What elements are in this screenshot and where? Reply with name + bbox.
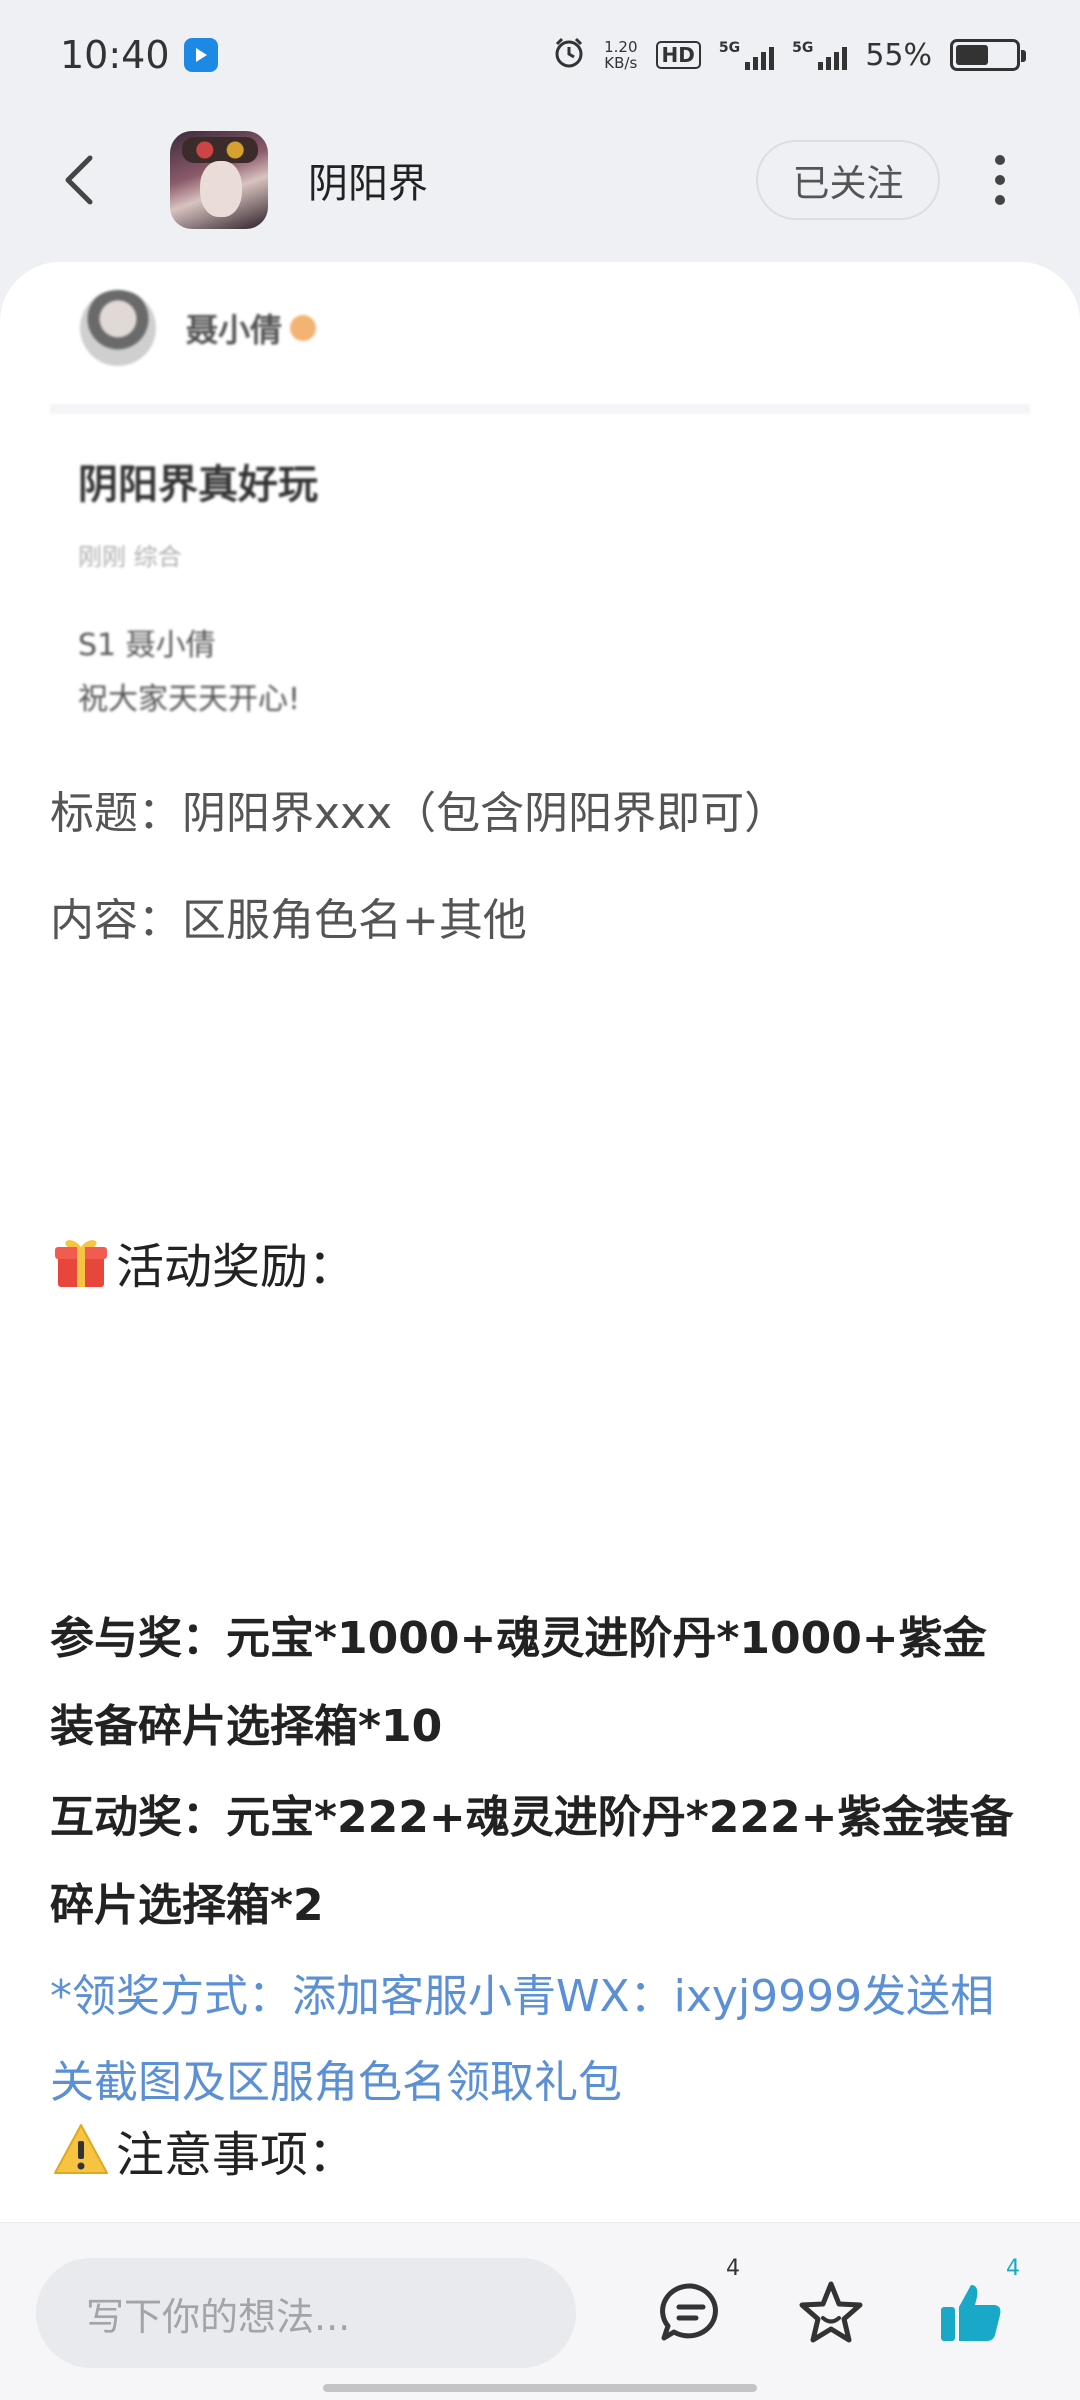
screenshot-meta: 刚刚 综合	[78, 543, 182, 571]
app-notification-icon	[183, 38, 218, 72]
screenshot-author: 聂小倩	[80, 290, 317, 366]
comment-icon	[660, 2283, 718, 2341]
screenshot-divider	[50, 404, 1030, 414]
screenshot-author-name: 聂小倩	[186, 311, 283, 349]
comment-button[interactable]: 4	[636, 2256, 746, 2368]
back-button[interactable]	[40, 140, 120, 220]
comment-count: 4	[726, 2256, 740, 2281]
signal-1-label: 5G	[718, 40, 741, 56]
status-right: 1.20 KB/s HD 5G 5G 55%	[552, 36, 1026, 74]
notice-heading: 注意事项：	[50, 2115, 1030, 2185]
screenshot-line-1: S1 聂小倩	[78, 628, 216, 663]
screenshot-avatar	[80, 290, 156, 366]
network-speed: 1.20 KB/s	[604, 39, 637, 71]
more-options-icon[interactable]	[960, 140, 1040, 220]
rewards-heading: 活动奖励：	[50, 1227, 1030, 1297]
claim-method-link[interactable]: *领奖方式：添加客服小青WX：ixyj9999发送相关截图及区服角色名领取礼包	[50, 1954, 1030, 2126]
rewards-heading-text: 活动奖励：	[116, 1239, 357, 1295]
bottom-bar: 写下你的想法... 4 4	[0, 2222, 1080, 2400]
status-left: 10:40	[60, 33, 218, 77]
game-avatar[interactable]	[170, 131, 268, 229]
thumbs-up-icon	[941, 2285, 1001, 2341]
post-content: 聂小倩 阴阳界真好玩 刚刚 综合 S1 聂小倩 祝大家天天开心! 标题：阴阳界x…	[0, 262, 1080, 2222]
interaction-reward: 互动奖：元宝*222+魂灵进阶丹*222+紫金装备碎片选择箱*2	[50, 1792, 1014, 1931]
comment-input[interactable]: 写下你的想法...	[36, 2258, 576, 2368]
battery-icon	[950, 39, 1026, 71]
embedded-screenshot: 聂小倩 阴阳界真好玩 刚刚 综合 S1 聂小倩 祝大家天天开心!	[50, 262, 1030, 762]
title-requirement: 标题：阴阳界xxx（包含阴阳界即可）	[50, 788, 789, 839]
screenshot-line-2: 祝大家天天开心!	[78, 682, 301, 717]
home-indicator[interactable]	[323, 2384, 757, 2392]
gift-icon	[50, 1231, 112, 1293]
screenshot-post-title: 阴阳界真好玩	[78, 462, 318, 508]
notice-heading-text: 注意事项：	[116, 2127, 357, 2183]
like-count: 4	[1006, 2256, 1020, 2281]
follow-button[interactable]: 已关注	[756, 140, 940, 220]
status-time: 10:40	[60, 33, 170, 77]
warning-icon	[50, 2119, 112, 2181]
status-bar: 10:40 1.20 KB/s HD 5G 5G 55%	[0, 0, 1080, 110]
battery-fill	[956, 45, 988, 65]
content-requirement: 内容：区服角色名+其他	[50, 895, 527, 946]
chevron-left-icon	[65, 155, 93, 205]
like-button[interactable]: 4	[916, 2256, 1026, 2368]
hd-icon: HD	[655, 41, 701, 69]
alarm-icon	[552, 36, 586, 74]
favorite-button[interactable]	[776, 2258, 886, 2368]
signal-1-icon: 5G	[718, 40, 775, 70]
channel-title: 阴阳界	[308, 161, 428, 207]
battery-percent: 55%	[865, 37, 932, 73]
signal-2-label: 5G	[792, 40, 814, 56]
verified-badge-icon	[290, 315, 317, 341]
star-icon	[799, 2281, 863, 2343]
top-nav: 阴阳界 已关注	[0, 120, 1080, 240]
network-speed-unit: KB/s	[604, 54, 638, 72]
signal-2-icon: 5G	[792, 40, 848, 70]
participation-reward: 参与奖：元宝*1000+魂灵进阶丹*1000+紫金装备碎片选择箱*10	[50, 1613, 987, 1752]
